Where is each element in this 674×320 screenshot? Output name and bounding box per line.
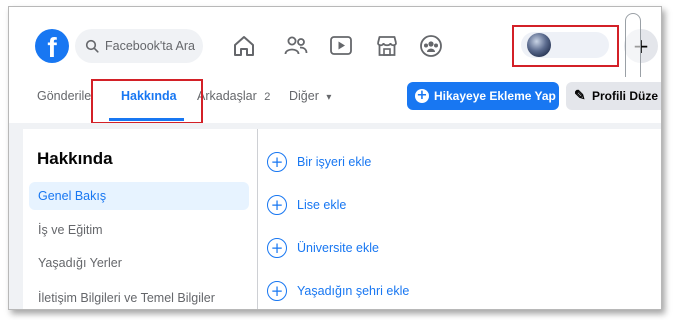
top-navigation-bar: f Facebook'ta Ara [9,7,661,93]
highlight-box-about-tab [91,79,203,124]
sidebar-item-places-lived[interactable]: Yaşadığı Yerler [29,249,249,277]
plus-circle-icon: + [267,152,287,172]
tab-friends-label: Arkadaşlar [197,89,257,103]
edit-profile-label: Profili Düze [592,89,659,103]
facebook-logo-icon[interactable]: f [35,29,69,63]
add-university-label: Üniversite ekle [297,241,379,255]
content-area: Hakkında Genel Bakış İş ve Eğitim Yaşadı… [9,123,661,309]
marketplace-icon[interactable] [374,33,400,59]
tab-posts[interactable]: Gönderile [37,89,91,103]
watch-video-icon[interactable] [328,33,354,59]
tab-more[interactable]: Diğer ▾ [289,89,331,103]
sidebar-item-label: Yaşadığı Yerler [38,256,122,270]
chevron-down-icon: ▾ [326,92,332,103]
profile-tabs: Gönderile Hakkında Arkadaşlar 2 Diğer ▾ … [9,77,661,124]
plus-circle-icon: + [267,238,287,258]
sidebar-item-work-education[interactable]: İş ve Eğitim [29,216,249,244]
plus-circle-icon: + [415,88,429,103]
add-to-story-button[interactable]: + Hikayeye Ekleme Yap [407,82,559,110]
column-divider [257,129,258,309]
search-input[interactable]: Facebook'ta Ara [75,29,203,63]
about-sidebar: Hakkında Genel Bakış İş ve Eğitim Yaşadı… [23,129,258,309]
about-card: Hakkında Genel Bakış İş ve Eğitim Yaşadı… [23,129,661,309]
add-workplace-label: Bir işyeri ekle [297,155,372,169]
sidebar-item-label: Genel Bakış [38,189,107,203]
sidebar-item-label: İş ve Eğitim [38,223,103,237]
about-title: Hakkında [37,149,113,168]
plus-circle-icon: + [267,281,287,301]
sidebar-item-label: İletişim Bilgileri ve Temel Bilgiler [38,291,215,305]
add-high-school-label: Lise ekle [297,198,347,212]
home-icon[interactable] [231,33,257,59]
highlight-box-profile [512,25,619,67]
tab-more-label: Diğer [289,89,319,103]
add-to-story-label: Hikayeye Ekleme Yap [434,89,556,103]
sidebar-item-contact-basic-info[interactable]: İletişim Bilgileri ve Temel Bilgiler [29,284,249,309]
edit-profile-button[interactable]: ✎ Profili Düze [566,82,661,110]
plus-circle-icon: + [267,195,287,215]
friends-count: 2 [264,91,271,103]
pencil-icon: ✎ [574,87,586,103]
search-icon [85,39,99,53]
search-placeholder: Facebook'ta Ara [105,39,195,53]
sidebar-item-overview[interactable]: Genel Bakış [29,182,249,210]
groups-icon[interactable] [418,33,444,59]
tab-friends[interactable]: Arkadaşlar 2 [197,89,270,103]
add-current-city-label: Yaşadığın şehri ekle [297,284,410,298]
friends-icon[interactable] [283,33,309,59]
browser-window: f Facebook'ta Ara Gönderile Hakkında Ark… [8,6,662,310]
